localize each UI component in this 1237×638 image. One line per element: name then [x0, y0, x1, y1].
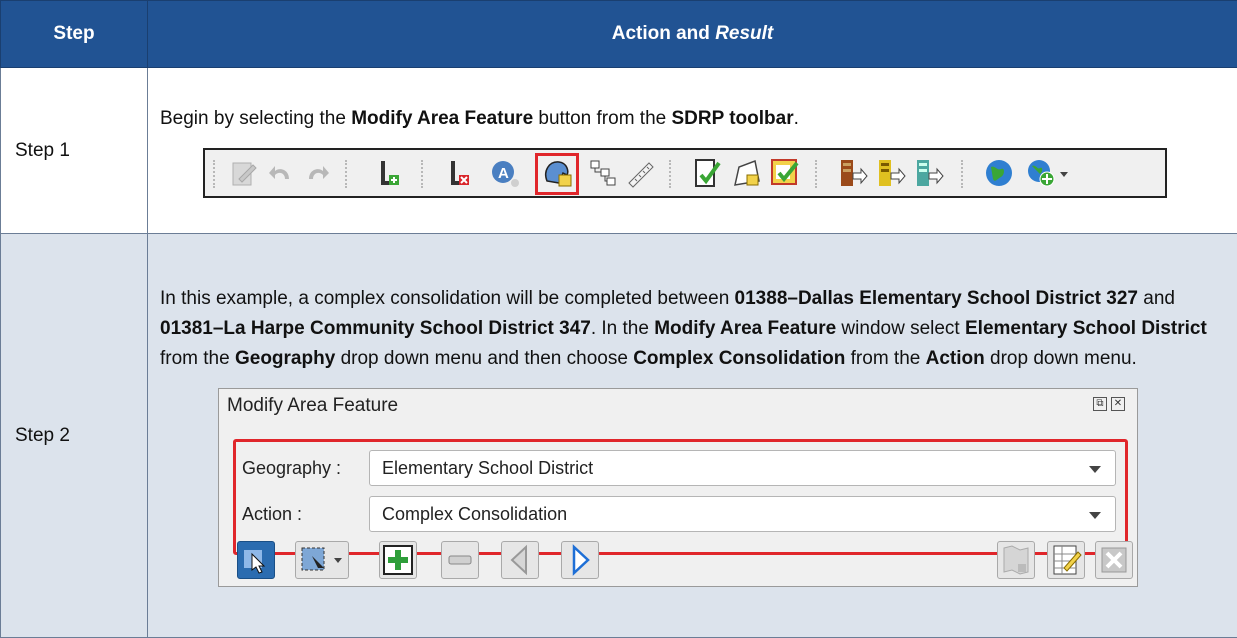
- modify-area-feature-icon[interactable]: [541, 157, 573, 189]
- instruction-text-run: Elementary School District: [965, 318, 1207, 339]
- select-feature-button[interactable]: [237, 541, 275, 579]
- close-button[interactable]: [1095, 541, 1133, 579]
- copy-export-icon[interactable]: [913, 157, 945, 189]
- dropdown-arrow-icon[interactable]: [1057, 157, 1071, 189]
- instruction-text-run: .: [794, 108, 799, 129]
- instruction-text-run: . In the: [591, 318, 654, 339]
- instruction-text-run: button from the: [533, 108, 671, 129]
- delete-line-icon[interactable]: [445, 157, 477, 189]
- add-line-icon[interactable]: [375, 157, 407, 189]
- instruction-text-run: Begin by selecting the: [160, 108, 351, 129]
- toolbar-grip: [815, 160, 821, 188]
- instruction-text-run: 01388–Dallas Elementary School District …: [735, 288, 1138, 309]
- globe-icon[interactable]: [983, 157, 1015, 189]
- steps-table: Step Action and Result Step 1 Begin by s…: [0, 0, 1237, 638]
- undo-icon[interactable]: [265, 157, 297, 189]
- instruction-text-run: from the: [160, 348, 235, 369]
- close-icon[interactable]: ✕: [1111, 397, 1125, 411]
- polygon-edit-icon[interactable]: [731, 157, 763, 189]
- previous-button[interactable]: [501, 541, 539, 579]
- toolbar-grip: [213, 160, 219, 188]
- next-button[interactable]: [561, 541, 599, 579]
- chevron-down-icon: [1089, 466, 1101, 473]
- step2-content: In this example, a complex consolidation…: [148, 234, 1237, 638]
- instruction-text-run: Modify Area Feature: [351, 108, 533, 129]
- step2-instruction: In this example, a complex consolidation…: [160, 284, 1217, 374]
- geography-select[interactable]: Elementary School District: [369, 450, 1116, 486]
- add-button[interactable]: [379, 541, 417, 579]
- step2-label: Step 2: [1, 234, 148, 638]
- address-icon[interactable]: A: [489, 157, 521, 189]
- geography-label: Geography :: [242, 458, 341, 479]
- add-globe-icon[interactable]: [1025, 157, 1057, 189]
- header-action-result: Action and Result: [148, 1, 1237, 68]
- selection-dropdown-button[interactable]: [295, 541, 349, 579]
- svg-text:A: A: [498, 165, 509, 182]
- step1-content: Begin by selecting the Modify Area Featu…: [148, 68, 1237, 234]
- geography-value: Elementary School District: [382, 458, 593, 479]
- instruction-text-run: Geography: [235, 348, 335, 369]
- validate-icon[interactable]: [769, 157, 801, 189]
- restore-icon[interactable]: ⧉: [1093, 397, 1107, 411]
- panel-title: Modify Area Feature: [227, 395, 398, 417]
- toolbar-grip: [961, 160, 967, 188]
- header-result-italic: Result: [715, 23, 773, 44]
- review-check-icon[interactable]: [691, 157, 723, 189]
- tree-hierarchy-icon[interactable]: [587, 157, 619, 189]
- step1-instruction: Begin by selecting the Modify Area Featu…: [160, 104, 1217, 134]
- instruction-text-run: 01381–La Harpe Community School District…: [160, 318, 591, 339]
- header-step: Step: [1, 1, 148, 68]
- import-icon[interactable]: [875, 157, 907, 189]
- attribute-edit-icon[interactable]: [1047, 541, 1085, 579]
- chevron-down-icon: [1089, 512, 1101, 519]
- toolbar-grip: [345, 160, 351, 188]
- instruction-text-run: from the: [845, 348, 925, 369]
- modify-area-feature-panel: Modify Area Feature ⧉ ✕ Geography : Elem…: [218, 388, 1138, 587]
- remove-button[interactable]: [441, 541, 479, 579]
- instruction-text-run: SDRP toolbar: [672, 108, 794, 129]
- instruction-text-run: Complex Consolidation: [633, 348, 845, 369]
- map-icon[interactable]: [997, 541, 1035, 579]
- edit-pencil-icon[interactable]: [227, 157, 259, 189]
- instruction-text-run: drop down menu.: [985, 348, 1137, 369]
- toolbar-grip: [421, 160, 427, 188]
- step1-label: Step 1: [1, 68, 148, 234]
- instruction-text-run: Action: [926, 348, 985, 369]
- instruction-text-run: window select: [836, 318, 965, 339]
- export-icon[interactable]: [837, 157, 869, 189]
- action-label: Action :: [242, 504, 302, 525]
- sdrp-toolbar: A: [203, 148, 1167, 198]
- instruction-text-run: and: [1138, 288, 1175, 309]
- action-value: Complex Consolidation: [382, 504, 567, 525]
- instruction-text-run: Modify Area Feature: [654, 318, 836, 339]
- instruction-text-run: In this example, a complex consolidation…: [160, 288, 735, 309]
- instruction-text-run: drop down menu and then choose: [335, 348, 633, 369]
- measure-ruler-icon[interactable]: [625, 157, 657, 189]
- toolbar-grip: [669, 160, 675, 188]
- redo-icon[interactable]: [301, 157, 333, 189]
- action-select[interactable]: Complex Consolidation: [369, 496, 1116, 532]
